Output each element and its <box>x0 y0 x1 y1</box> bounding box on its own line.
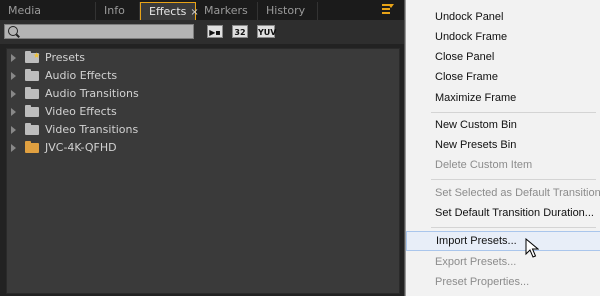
tab-info[interactable]: Info <box>96 2 140 20</box>
tree-item-audio-transitions[interactable]: Audio Transitions <box>7 85 399 103</box>
menu-item-close-panel[interactable]: Close Panel <box>406 47 600 67</box>
menu-item-close-frame[interactable]: Close Frame <box>406 67 600 87</box>
tree-item-presets[interactable]: Presets <box>7 47 399 67</box>
32bit-effects-button[interactable]: 32 <box>232 25 248 38</box>
effects-panel: Media Browser Info Effects× Markers Hist… <box>0 0 404 296</box>
tree-item-audio-effects[interactable]: Audio Effects <box>7 67 399 85</box>
tree-item-label: Video Transitions <box>45 123 139 136</box>
folder-icon <box>25 87 39 99</box>
disclosure-triangle-icon[interactable] <box>11 90 16 98</box>
search-icon <box>8 26 18 36</box>
presets-folder-icon <box>25 47 40 65</box>
yuv-effects-button[interactable]: YUV <box>257 25 276 38</box>
disclosure-triangle-icon[interactable] <box>11 144 16 152</box>
tab-label: Markers <box>204 4 248 17</box>
tab-effects[interactable]: Effects × <box>140 2 199 20</box>
tree-item-label: Video Effects <box>45 105 117 118</box>
tree-item-video-effects[interactable]: Video Effects <box>7 103 399 121</box>
tab-label: Effects <box>149 5 187 18</box>
disclosure-triangle-icon[interactable] <box>11 72 16 80</box>
menu-separator <box>431 179 596 180</box>
search-input[interactable] <box>21 25 191 38</box>
tab-markers[interactable]: Markers <box>196 2 258 20</box>
menu-separator <box>431 112 596 113</box>
panel-menu-icon[interactable] <box>382 4 394 14</box>
tree-item-label: Presets <box>45 51 86 64</box>
disclosure-triangle-icon[interactable] <box>11 126 16 134</box>
tree-item-jvc-4k-qfhd[interactable]: JVC-4K-QFHD <box>7 139 399 157</box>
mouse-cursor-icon <box>525 238 539 258</box>
tree-item-label: Audio Effects <box>45 69 118 82</box>
accelerated-effects-icon[interactable]: ▶▪ <box>207 25 223 38</box>
menu-item-export-presets: Export Presets... <box>435 256 517 268</box>
menu-item-maximize-frame[interactable]: Maximize Frame <box>406 88 600 108</box>
menu-item-set-default-transition-duration[interactable]: Set Default Transition Duration... <box>406 203 600 223</box>
effects-toolbar: ▶▪ 32 YUV <box>0 20 404 44</box>
menu-item-undock-frame[interactable]: Undock Frame <box>406 27 600 47</box>
menu-item-new-presets-bin[interactable]: New Presets Bin <box>406 135 600 155</box>
menu-item-import-presets[interactable]: Import Presets... <box>406 231 600 251</box>
tab-label: History <box>266 4 306 17</box>
tab-history[interactable]: History <box>258 2 318 20</box>
tree-item-video-transitions[interactable]: Video Transitions <box>7 121 399 139</box>
search-field[interactable] <box>4 24 194 39</box>
tab-media-browser[interactable]: Media Browser <box>0 2 96 35</box>
tree-item-label: Audio Transitions <box>45 87 139 100</box>
folder-icon <box>25 123 39 135</box>
menu-item-delete-custom-item: Delete Custom Item <box>435 159 533 171</box>
menu-item-set-selected-default-transition: Set Selected as Default Transition <box>435 187 600 199</box>
tree-item-label: JVC-4K-QFHD <box>45 141 117 154</box>
menu-item-new-custom-bin[interactable]: New Custom Bin <box>406 115 600 135</box>
tab-label: Info <box>104 4 125 17</box>
folder-orange-icon <box>25 141 39 153</box>
folder-icon <box>25 105 39 117</box>
menu-item-undock-panel[interactable]: Undock Panel <box>406 7 600 27</box>
effects-tree: Presets Audio Effects Audio Transitions … <box>6 47 400 294</box>
disclosure-triangle-icon[interactable] <box>11 108 16 116</box>
menu-item-preset-properties: Preset Properties... <box>435 276 530 288</box>
disclosure-triangle-icon[interactable] <box>11 54 16 62</box>
panel-flyout-menu: Undock Panel Undock Frame Close Panel Cl… <box>405 0 600 296</box>
tab-bar: Media Browser Info Effects× Markers Hist… <box>0 0 404 35</box>
folder-icon <box>25 69 39 81</box>
menu-separator <box>431 227 596 228</box>
